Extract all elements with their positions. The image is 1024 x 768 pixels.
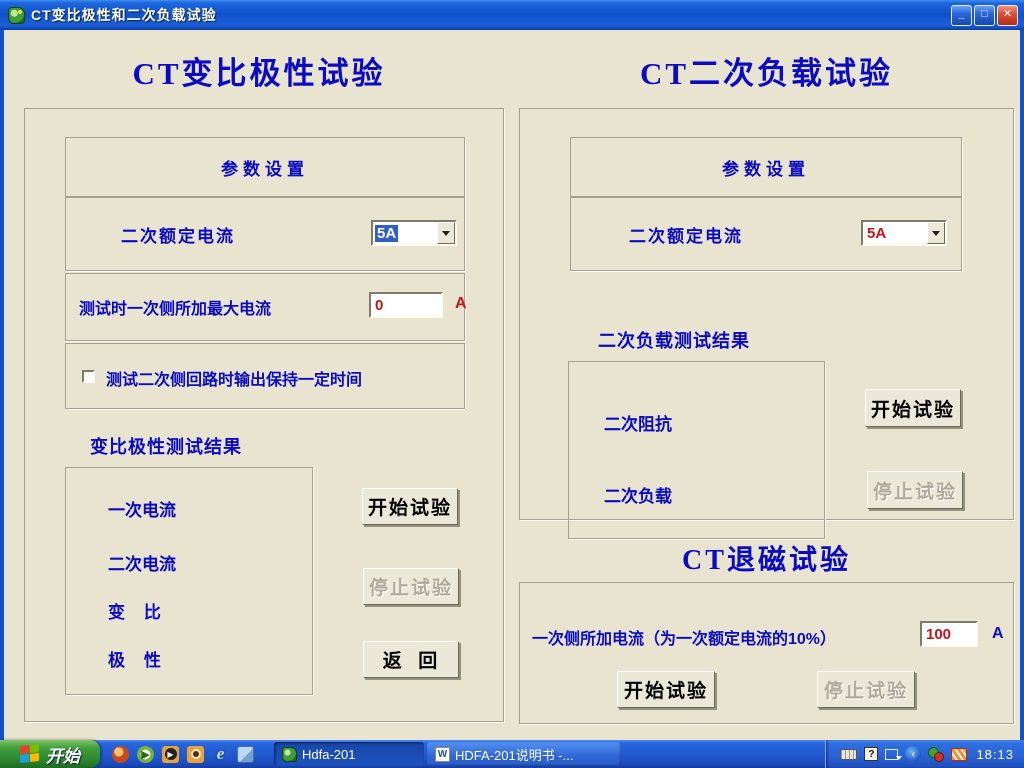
graphics-icon[interactable] <box>951 748 967 761</box>
ratio-stop-button[interactable]: 停止试验 <box>363 568 459 605</box>
ratio-start-button[interactable]: 开始试验 <box>362 488 458 525</box>
ratio-rated-current-box: 二次额定电流 5A <box>65 197 465 271</box>
windows-flag-icon <box>20 744 40 764</box>
result-secondary-impedance: 二次阻抗 <box>604 410 672 435</box>
minimize-button[interactable]: _ <box>951 5 972 26</box>
result-polarity: 极 性 <box>108 646 161 671</box>
ratio-test-panel: 参数设置 二次额定电流 5A 测试时一次侧所加最大电流 A 测试二次侧回路时输出… <box>24 108 504 722</box>
hold-time-box: 测试二次侧回路时输出保持一定时间 <box>65 343 465 409</box>
start-button[interactable]: 开始 <box>0 740 100 768</box>
rated-current-label: 二次额定电流 <box>121 222 235 247</box>
quick-launch-bar: ▶ ▶ e <box>100 746 264 763</box>
title-bar[interactable]: CT变比极性和二次负载试验 _ □ ✕ <box>0 0 1024 30</box>
show-desktop-icon[interactable] <box>237 746 254 763</box>
chevron-down-icon[interactable] <box>927 222 945 244</box>
result-primary-current: 一次电流 <box>108 496 176 521</box>
window-title: CT变比极性和二次负载试验 <box>31 5 217 25</box>
keyboard-icon[interactable] <box>840 749 857 760</box>
result-secondary-current: 二次电流 <box>108 550 176 575</box>
result-ratio: 变 比 <box>108 598 161 623</box>
burden-rated-current-label: 二次额定电流 <box>629 222 743 247</box>
app-icon <box>282 747 297 762</box>
demag-start-button[interactable]: 开始试验 <box>617 671 715 708</box>
ratio-param-header-box: 参数设置 <box>65 137 465 197</box>
demag-stop-button[interactable]: 停止试验 <box>817 671 915 708</box>
burden-stop-button[interactable]: 停止试验 <box>867 471 963 509</box>
hold-time-label: 测试二次侧回路时输出保持一定时间 <box>106 366 362 390</box>
max-current-label: 测试时一次侧所加最大电流 <box>79 295 271 319</box>
burden-param-header-box: 参数设置 <box>570 137 962 197</box>
burden-param-header: 参数设置 <box>722 155 810 180</box>
tray-clock: 18:13 <box>976 747 1014 762</box>
ratio-result-header: 变比极性测试结果 <box>90 433 242 459</box>
ratio-param-header: 参数设置 <box>221 155 309 180</box>
burden-result-box: 二次阻抗 二次负载 <box>568 361 825 539</box>
ratio-test-title: CT变比极性试验 <box>34 48 484 93</box>
media-player-icon[interactable]: ▶ <box>137 746 154 763</box>
burden-start-button[interactable]: 开始试验 <box>865 389 961 427</box>
help-icon[interactable]: ? <box>864 747 878 761</box>
chevron-down-icon[interactable] <box>437 222 455 244</box>
demag-test-title: CT退磁试验 <box>539 538 994 578</box>
ratio-max-current-box: 测试时一次侧所加最大电流 A <box>65 273 465 341</box>
burden-rated-current-box: 二次额定电流 5A <box>570 197 962 271</box>
red-app-icon[interactable] <box>112 746 129 763</box>
rated-current-combobox[interactable]: 5A <box>371 220 457 246</box>
result-secondary-burden: 二次负载 <box>604 482 672 507</box>
maximize-button[interactable]: □ <box>974 5 995 26</box>
return-button[interactable]: 返 回 <box>363 641 459 678</box>
player-classic-icon[interactable]: ▶ <box>162 746 179 763</box>
demag-current-input[interactable] <box>920 621 978 647</box>
display-icon[interactable] <box>885 749 898 760</box>
ratio-result-box: 一次电流 二次电流 变 比 极 性 <box>65 467 313 695</box>
rated-current-value: 5A <box>375 225 398 242</box>
ie-icon[interactable]: e <box>212 746 229 763</box>
gears-icon[interactable] <box>928 746 944 762</box>
demag-test-panel: 一次侧所加电流（为一次额定电流的10%） A 开始试验 停止试验 <box>519 582 1014 724</box>
taskbar: 开始 ▶ ▶ e Hdfa-201 W HDFA-201说明书 -... ? ‹… <box>0 740 1024 768</box>
word-doc-icon: W <box>435 747 450 762</box>
max-current-unit: A <box>455 295 467 313</box>
burden-test-panel: 参数设置 二次额定电流 5A 二次负载测试结果 二次阻抗 二次负载 开始试验 停… <box>519 108 1014 520</box>
main-window: CT变比极性试验 CT二次负载试验 参数设置 二次额定电流 5A 测试时一次侧所… <box>0 30 1024 740</box>
burden-test-title: CT二次负载试验 <box>539 48 994 93</box>
burden-rated-current-value: 5A <box>865 225 888 242</box>
taskbar-item-manual[interactable]: W HDFA-201说明书 -... <box>427 742 621 766</box>
demag-current-label: 一次侧所加电流（为一次额定电流的10%） <box>532 625 836 649</box>
task-buttons: Hdfa-201 W HDFA-201说明书 -... <box>274 742 621 766</box>
burden-result-header: 二次负载测试结果 <box>598 327 750 353</box>
hold-time-checkbox[interactable] <box>82 370 95 383</box>
language-icon[interactable]: ‹ <box>905 746 921 762</box>
demag-current-unit: A <box>992 625 1004 643</box>
system-tray: ? ‹ 18:13 <box>825 740 1024 768</box>
app-icon <box>8 7 25 24</box>
burden-rated-current-combobox[interactable]: 5A <box>861 220 947 246</box>
volume-app-icon[interactable] <box>187 746 204 763</box>
taskbar-item-hdfa201[interactable]: Hdfa-201 <box>274 742 424 766</box>
close-button[interactable]: ✕ <box>997 5 1018 26</box>
max-current-input[interactable] <box>369 292 443 318</box>
